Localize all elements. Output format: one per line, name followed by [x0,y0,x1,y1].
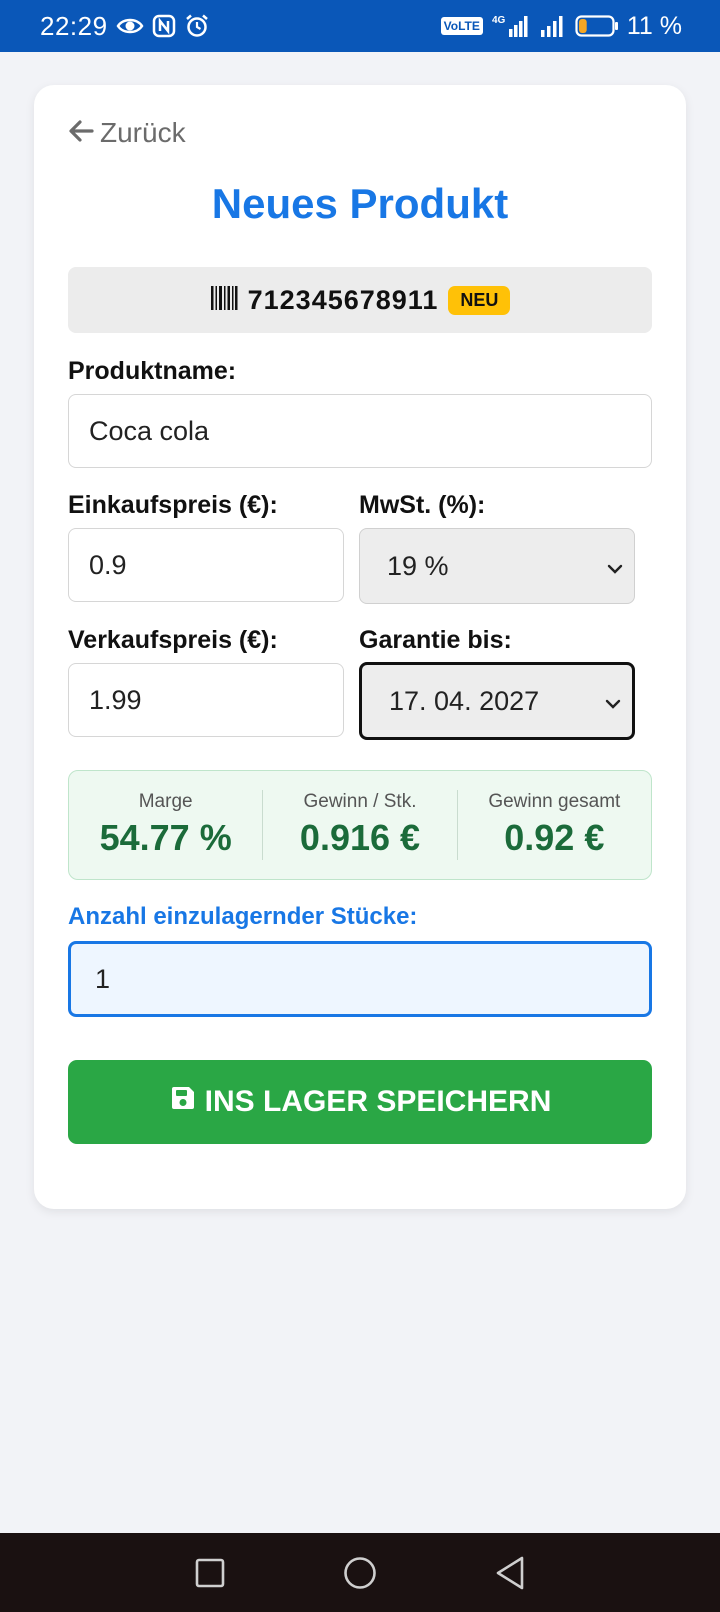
stat-profit-total-label: Gewinn gesamt [488,791,621,812]
stat-profit-unit-value: 0.916 € [299,817,421,858]
back-button[interactable]: Zurück [68,117,186,149]
stat-margin-value: 54.77 % [99,817,232,858]
quantity-input[interactable]: 1 [68,941,652,1017]
chevron-down-icon [606,551,624,582]
status-bar-left: 22:29 [40,11,210,42]
stat-margin-label: Marge [138,791,193,812]
signal-4g-icon: 4G [491,13,531,39]
signal-icon [539,14,567,38]
network-type-label: 4G [492,15,506,26]
home-button[interactable] [343,1556,377,1590]
warranty-label: Garantie bis: [359,626,512,654]
stat-profit-total: Gewinn gesamt 0.92 € [456,790,651,860]
status-bar-right: VoLTE 4G 11 % [440,11,682,41]
back-nav-button[interactable] [495,1556,525,1590]
navigation-bar [0,1533,720,1612]
warranty-date-value: 17. 04. 2027 [389,685,540,716]
back-label: Zurück [100,117,186,148]
floppy-disk-icon [169,1084,197,1120]
barcode-icon [210,285,238,316]
sale-price-input[interactable]: 1.99 [68,663,344,737]
stat-profit-unit: Gewinn / Stk. 0.916 € [262,790,456,860]
status-bar: 22:29 VoLTE 4G 11 % [0,0,720,52]
barcode-number: 712345678911 [247,284,439,315]
vat-label: MwSt. (%): [359,491,486,519]
battery-percent: 11 % [626,11,682,40]
page-title: Neues Produkt [211,180,509,227]
stat-profit-unit-label: Gewinn / Stk. [303,791,417,812]
nfc-icon [152,14,176,38]
barcode-display: 712345678911 NEU [68,267,652,333]
status-time: 22:29 [40,10,108,41]
purchase-price-label: Einkaufspreis (€): [68,491,278,519]
vat-select-value: 19 % [387,550,449,581]
volte-icon: VoLTE [440,17,483,35]
quantity-label: Anzahl einzulagernder Stücke: [68,903,418,930]
product-card: Zurück Neues Produkt 712345678911 NEU Pr… [34,85,686,1209]
profit-stats: Marge 54.77 % Gewinn / Stk. 0.916 € Gewi… [68,770,652,880]
vat-select[interactable]: 19 % [359,528,635,604]
warranty-date-select[interactable]: 17. 04. 2027 [359,662,635,740]
arrow-left-icon [68,117,94,149]
stat-margin: Marge 54.77 % [69,790,262,860]
new-badge: NEU [448,285,511,315]
alarm-icon [184,13,210,39]
save-button-label: INS LAGER SPEICHERN [204,1085,552,1118]
stat-profit-total-value: 0.92 € [504,817,605,858]
battery-icon [575,14,619,38]
recent-apps-button[interactable] [195,1558,225,1588]
product-name-input[interactable]: Coca cola [68,394,652,468]
save-to-stock-button[interactable]: INS LAGER SPEICHERN [68,1060,652,1144]
product-name-label: Produktname: [68,357,237,385]
purchase-price-input[interactable]: 0.9 [68,528,344,602]
eye-icon [116,16,144,36]
sale-price-label: Verkaufspreis (€): [68,626,278,654]
chevron-down-icon [604,686,622,717]
